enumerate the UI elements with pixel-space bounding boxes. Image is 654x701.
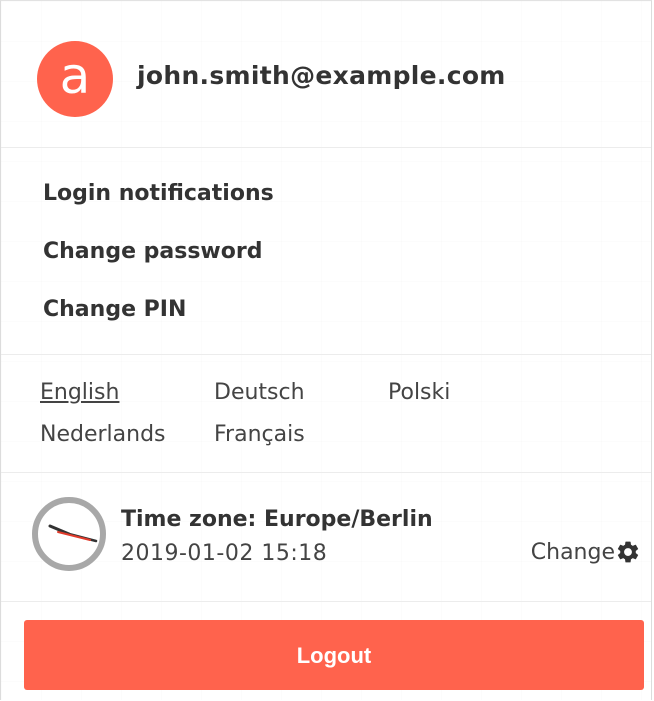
current-datetime: 2019-01-02 15:18 (121, 541, 328, 566)
avatar: a (37, 41, 113, 117)
change-timezone-button[interactable]: Change (531, 539, 641, 565)
language-nederlands[interactable]: Nederlands (40, 422, 166, 447)
language-polski[interactable]: Polski (388, 380, 450, 405)
timezone-label: Time zone: Europe/Berlin (121, 507, 433, 532)
account-panel: a john.smith@example.com Login notificat… (0, 0, 652, 700)
login-notifications-link[interactable]: Login notifications (43, 181, 274, 206)
gear-icon (617, 541, 639, 563)
language-selector: English Deutsch Polski Nederlands França… (1, 355, 651, 472)
change-timezone-label: Change (530, 539, 615, 565)
clock-icon (32, 497, 106, 571)
account-menu: Login notifications Change password Chan… (1, 148, 651, 354)
change-pin-link[interactable]: Change PIN (43, 297, 186, 322)
logout-section: Logout (1, 602, 651, 701)
change-password-link[interactable]: Change password (43, 239, 262, 264)
language-francais[interactable]: Français (214, 422, 305, 447)
user-email: john.smith@example.com (137, 61, 506, 90)
language-deutsch[interactable]: Deutsch (214, 380, 305, 405)
language-english[interactable]: English (40, 380, 119, 405)
account-header: a john.smith@example.com (1, 1, 651, 147)
logout-button[interactable]: Logout (24, 620, 644, 690)
timezone-section: Time zone: Europe/Berlin 2019-01-02 15:1… (1, 473, 651, 601)
